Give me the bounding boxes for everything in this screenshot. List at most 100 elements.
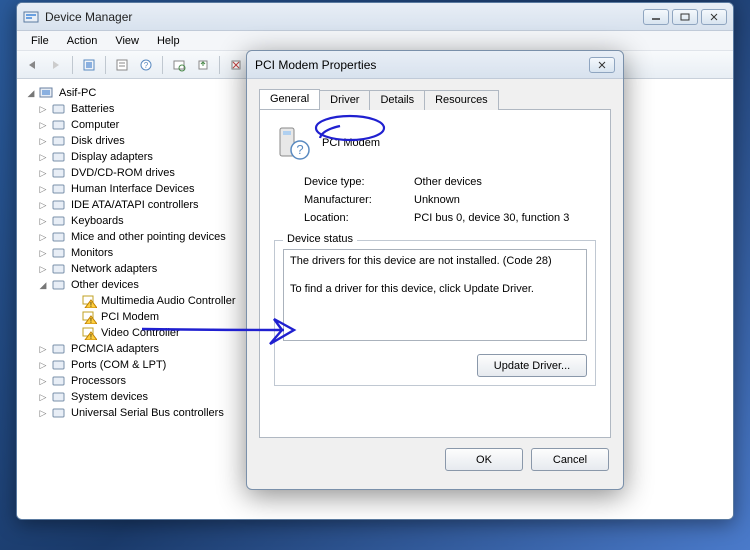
tree-node-label: Ports (COM & LPT) xyxy=(69,358,166,373)
app-icon xyxy=(23,9,39,25)
devtype-label: Device type: xyxy=(304,176,414,188)
expander-icon[interactable]: ▷ xyxy=(37,166,49,181)
tree-node-label: Network adapters xyxy=(69,262,157,277)
ok-button[interactable]: OK xyxy=(445,448,523,471)
tree-node-label: Other devices xyxy=(69,278,139,293)
expander-icon[interactable]: ▷ xyxy=(37,246,49,261)
tab-resources[interactable]: Resources xyxy=(424,90,499,110)
tree-node-label: IDE ATA/ATAPI controllers xyxy=(69,198,199,213)
back-button[interactable] xyxy=(21,54,43,76)
dialog-title: PCI Modem Properties xyxy=(255,58,589,72)
device-warn-icon: ! xyxy=(81,294,97,308)
properties-dialog: PCI Modem Properties General Driver Deta… xyxy=(246,50,624,490)
minimize-button[interactable] xyxy=(643,9,669,25)
expander-icon[interactable]: ▷ xyxy=(37,390,49,405)
category-icon xyxy=(51,358,67,372)
category-icon xyxy=(51,246,67,260)
tree-node-label: Disk drives xyxy=(69,134,125,149)
category-icon xyxy=(51,166,67,180)
svg-text:!: ! xyxy=(90,318,92,324)
scan-button[interactable] xyxy=(168,54,190,76)
category-icon xyxy=(51,102,67,116)
menu-file[interactable]: File xyxy=(23,33,57,49)
tree-node-label: Mice and other pointing devices xyxy=(69,230,226,245)
device-status-label: Device status xyxy=(283,233,357,245)
tree-child-label: Multimedia Audio Controller xyxy=(99,294,236,309)
tab-page-general: ? PCI Modem Device type: Other devices M… xyxy=(259,110,611,438)
update-driver-button[interactable]: Update Driver... xyxy=(477,354,587,377)
expander-icon[interactable]: ◢ xyxy=(37,278,49,293)
menu-action[interactable]: Action xyxy=(59,33,106,49)
titlebar[interactable]: Device Manager xyxy=(17,3,733,31)
uninstall-button[interactable] xyxy=(225,54,247,76)
mfr-label: Manufacturer: xyxy=(304,194,414,206)
expander-icon[interactable]: ▷ xyxy=(37,134,49,149)
tree-root-label: Asif-PC xyxy=(57,86,96,101)
tree-node-label: System devices xyxy=(69,390,148,405)
show-hidden-button[interactable] xyxy=(78,54,100,76)
close-button[interactable] xyxy=(701,9,727,25)
svg-text:?: ? xyxy=(144,61,149,70)
expander-icon[interactable]: ▷ xyxy=(37,262,49,277)
device-status-text[interactable] xyxy=(283,249,587,341)
expander-icon[interactable]: ▷ xyxy=(37,182,49,197)
loc-value: PCI bus 0, device 30, function 3 xyxy=(414,212,596,224)
category-icon xyxy=(51,134,67,148)
tab-details[interactable]: Details xyxy=(369,90,425,110)
expander-icon[interactable]: ▷ xyxy=(37,230,49,245)
svg-text:?: ? xyxy=(296,142,303,157)
properties-button[interactable] xyxy=(111,54,133,76)
tree-child-label: PCI Modem xyxy=(99,310,159,325)
loc-label: Location: xyxy=(304,212,414,224)
svg-text:!: ! xyxy=(90,302,92,308)
expander-icon[interactable]: ▷ xyxy=(37,214,49,229)
category-icon xyxy=(51,406,67,420)
expander-icon[interactable]: ▷ xyxy=(37,150,49,165)
tree-node-label: Processors xyxy=(69,374,126,389)
menu-view[interactable]: View xyxy=(107,33,147,49)
tree-node-label: Batteries xyxy=(69,102,114,117)
help-button[interactable]: ? xyxy=(135,54,157,76)
window-title: Device Manager xyxy=(45,10,643,24)
tab-driver[interactable]: Driver xyxy=(319,90,370,110)
maximize-button[interactable] xyxy=(672,9,698,25)
menubar: File Action View Help xyxy=(17,31,733,51)
expander-icon[interactable]: ▷ xyxy=(37,342,49,357)
tree-node-label: Monitors xyxy=(69,246,113,261)
tree-child-label: Video Controller xyxy=(99,326,180,341)
tree-node-label: Computer xyxy=(69,118,119,133)
category-icon xyxy=(51,342,67,356)
dialog-titlebar[interactable]: PCI Modem Properties xyxy=(247,51,623,79)
device-name: PCI Modem xyxy=(322,137,380,149)
expander-icon[interactable]: ▷ xyxy=(37,358,49,373)
device-status-group: Device status Update Driver... xyxy=(274,240,596,386)
cancel-button[interactable]: Cancel xyxy=(531,448,609,471)
svg-text:!: ! xyxy=(90,334,92,340)
category-icon xyxy=(51,230,67,244)
expander-icon[interactable]: ▷ xyxy=(37,118,49,133)
tree-node-label: Keyboards xyxy=(69,214,124,229)
expander-icon[interactable]: ▷ xyxy=(37,198,49,213)
expander-icon[interactable]: ▷ xyxy=(37,102,49,117)
tabstrip: General Driver Details Resources xyxy=(259,89,611,110)
device-icon: ? xyxy=(274,124,312,162)
category-icon xyxy=(51,182,67,196)
expander-icon[interactable]: ▷ xyxy=(37,374,49,389)
tree-node-label: DVD/CD-ROM drives xyxy=(69,166,175,181)
device-warn-icon: ! xyxy=(81,326,97,340)
category-icon xyxy=(51,390,67,404)
expander-icon[interactable]: ▷ xyxy=(37,406,49,421)
tree-node-label: Display adapters xyxy=(69,150,153,165)
tree-node-label: Human Interface Devices xyxy=(69,182,195,197)
update-driver-button[interactable] xyxy=(192,54,214,76)
mfr-value: Unknown xyxy=(414,194,596,206)
forward-button[interactable] xyxy=(45,54,67,76)
menu-help[interactable]: Help xyxy=(149,33,188,49)
category-icon xyxy=(51,150,67,164)
category-icon xyxy=(51,374,67,388)
category-icon xyxy=(51,214,67,228)
tree-node-label: PCMCIA adapters xyxy=(69,342,159,357)
device-warn-icon: ! xyxy=(81,310,97,324)
tab-general[interactable]: General xyxy=(259,89,320,109)
dialog-close-button[interactable] xyxy=(589,57,615,73)
